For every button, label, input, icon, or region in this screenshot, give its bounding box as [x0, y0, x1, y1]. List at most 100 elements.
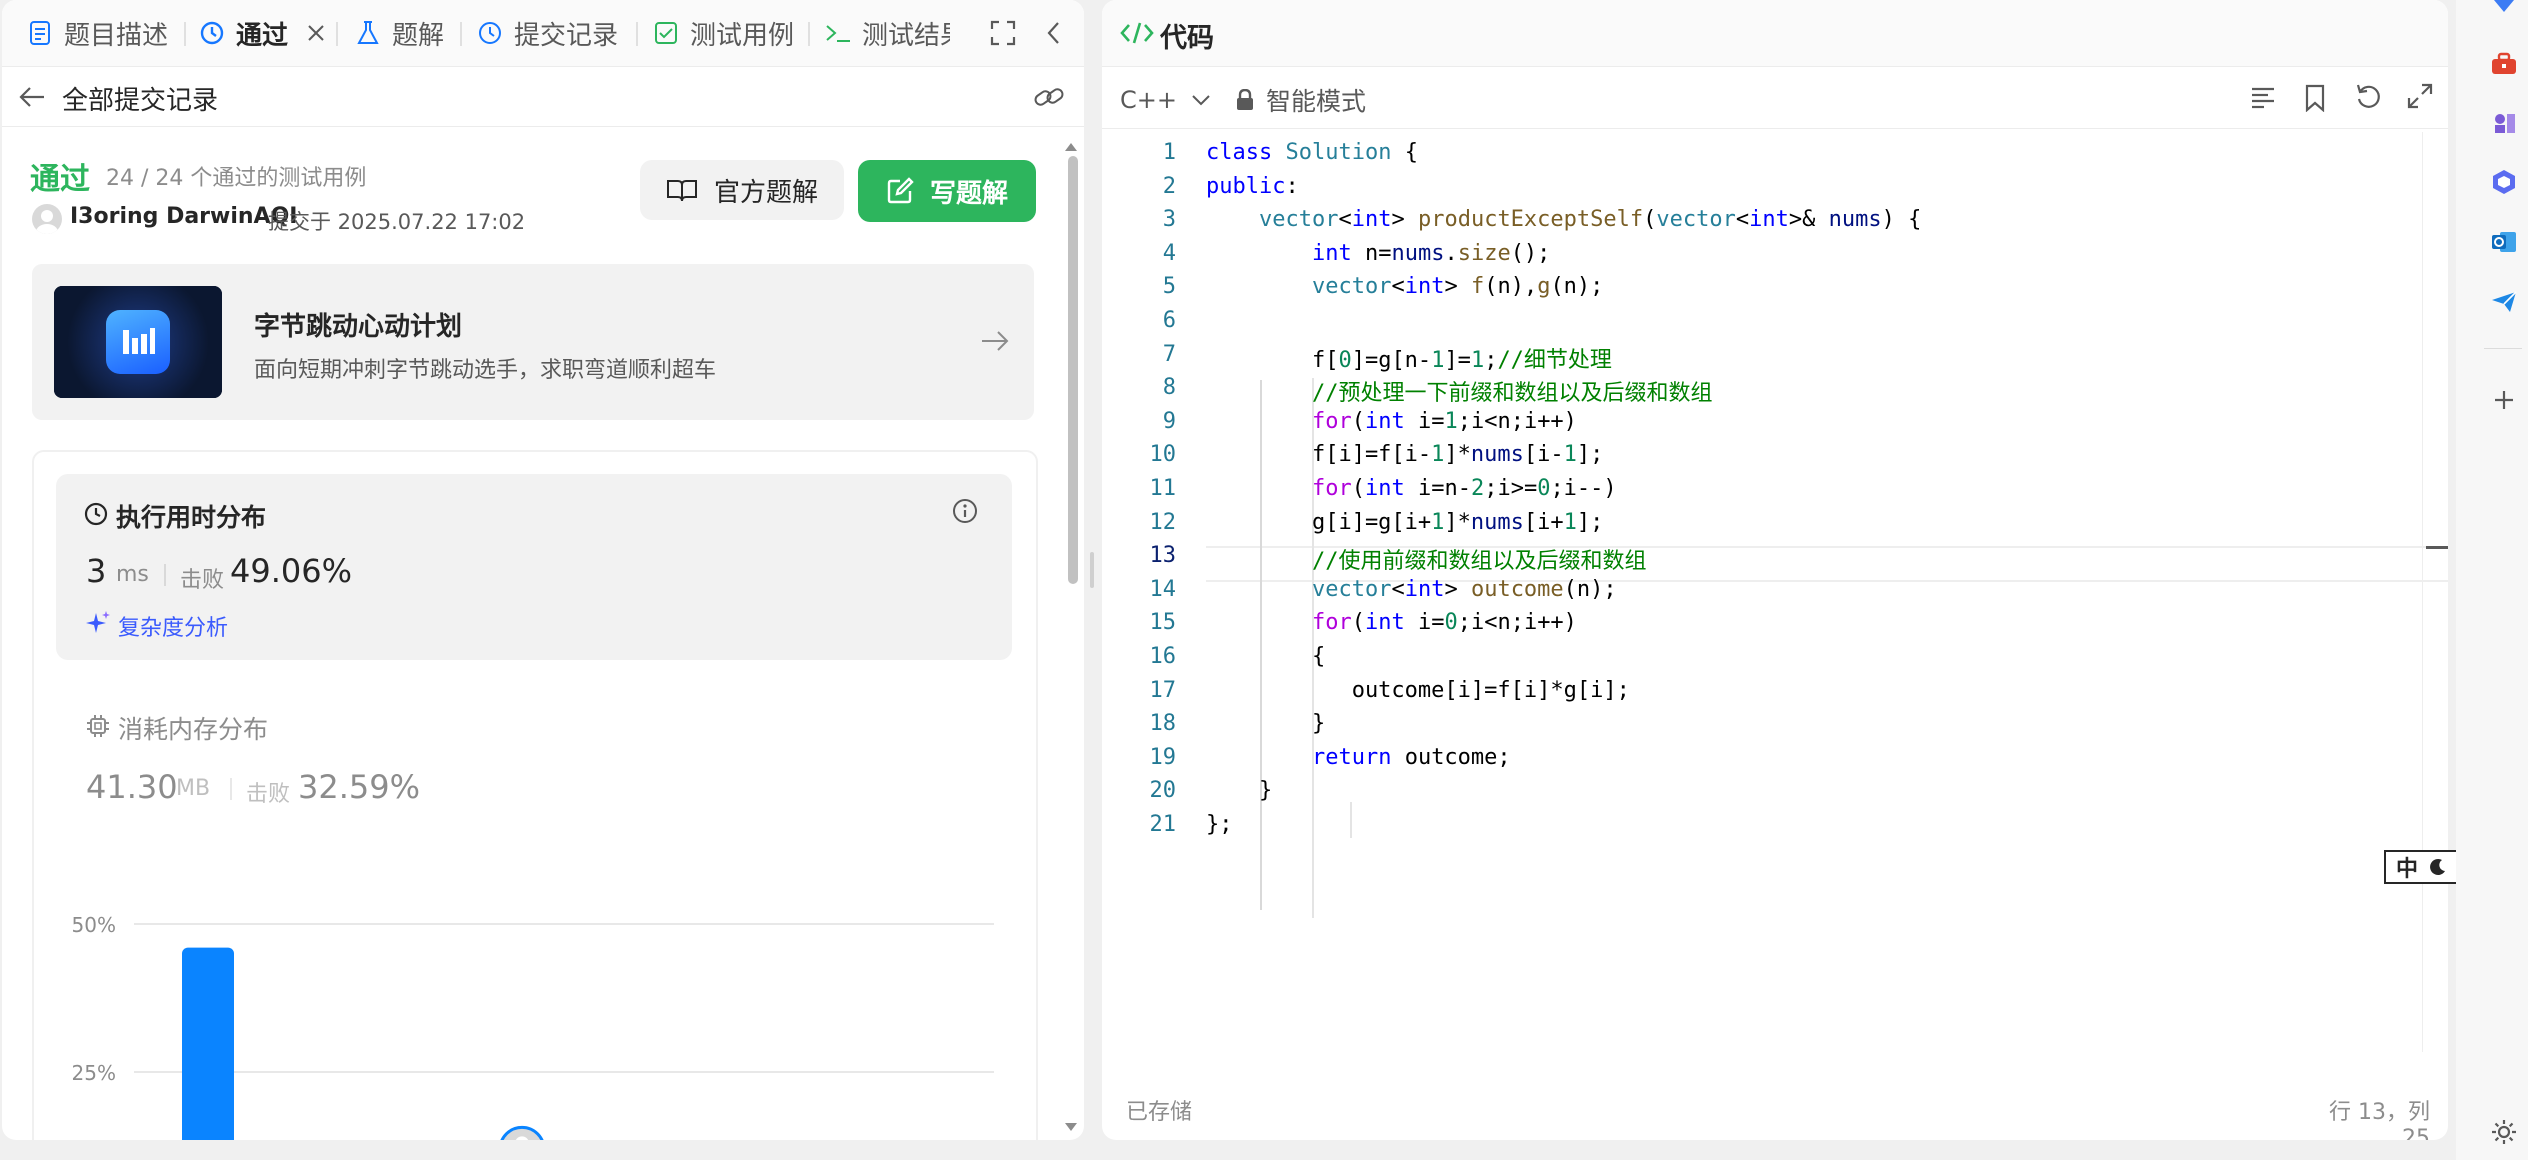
code-line[interactable]: for(int i=1;i<n;i++)	[1206, 409, 1577, 434]
line-number: 7	[1162, 342, 1176, 367]
history-icon	[476, 19, 504, 47]
code-line[interactable]: for(int i=n-2;i>=0;i--)	[1206, 476, 1617, 501]
scrollbar-down-icon[interactable]	[1064, 1118, 1078, 1137]
code-line[interactable]: int n=nums.size();	[1206, 241, 1550, 266]
divider	[230, 778, 232, 800]
code-line[interactable]: g[i]=g[i+1]*nums[i+1];	[1206, 510, 1603, 535]
tab-solutions[interactable]: 题解	[354, 0, 444, 66]
back-arrow-icon[interactable]	[18, 84, 46, 114]
code-line[interactable]: f[0]=g[n-1]=1;//细节处理	[1206, 342, 1612, 374]
line-number: 16	[1149, 644, 1177, 669]
code-area[interactable]: 1 class Solution {2 public: 3 vector<int> p…	[1102, 132, 2448, 1052]
all-submissions-link[interactable]: 全部提交记录	[62, 80, 218, 117]
complexity-analysis-link[interactable]: 复杂度分析	[118, 610, 228, 642]
editor-vertical-ruler	[2422, 132, 2423, 1052]
outlook-icon[interactable]	[2490, 228, 2518, 256]
moon-icon[interactable]	[2428, 857, 2448, 877]
memory-title: 消耗内存分布	[118, 715, 269, 744]
cursor-position: 行 13，列 25	[2329, 1100, 2430, 1140]
link-icon[interactable]	[1032, 82, 1066, 116]
terminal-icon	[824, 19, 852, 47]
ime-mode-label[interactable]: 中	[2396, 851, 2418, 883]
language-select[interactable]: C++	[1120, 80, 1211, 120]
code-line[interactable]: };	[1206, 812, 1233, 837]
tab-testresults[interactable]: 测试结果	[824, 0, 950, 66]
username[interactable]: I3oring DarwinAQI	[70, 204, 297, 229]
code-line[interactable]: for(int i=0;i<n;i++)	[1206, 610, 1577, 635]
line-number: 10	[1149, 442, 1177, 467]
code-line[interactable]: outcome[i]=f[i]*g[i];	[1206, 678, 1630, 703]
promo-title: 字节跳动心动计划	[254, 312, 463, 342]
editor-panel: 代码 C++ 智能模式 1 class Solution {2 public: 3 v…	[1102, 0, 2448, 1140]
bookmark-icon[interactable]	[2304, 84, 2326, 116]
code-line[interactable]: vector<int> f(n),g(n);	[1206, 274, 1603, 299]
write-solution-button[interactable]: 写题解	[858, 160, 1036, 222]
document-icon	[26, 19, 54, 47]
sparkle-icon	[86, 610, 112, 640]
scrollbar-thumb[interactable]	[1068, 156, 1078, 584]
tab-separator	[808, 22, 810, 46]
plus-icon[interactable]	[2490, 386, 2518, 414]
tab-testresults-label: 测试结果	[862, 20, 950, 51]
line-number: 9	[1162, 409, 1176, 434]
chart-bar[interactable]	[182, 947, 234, 1140]
y-tick-label: 25%	[72, 1061, 116, 1085]
code-line[interactable]: {	[1206, 644, 1325, 669]
promo-card[interactable]: 字节跳动心动计划 面向短期冲刺字节跳动选手，求职弯道顺利超车	[32, 264, 1034, 420]
divider	[2, 126, 1084, 127]
code-line[interactable]: //使用前缀和数组以及后缀和数组	[1206, 543, 1647, 575]
send-icon[interactable]	[2490, 288, 2518, 316]
language-value: C++	[1120, 86, 1177, 114]
app-shortcut-icon[interactable]	[2490, 0, 2518, 28]
reset-icon[interactable]	[2354, 82, 2382, 114]
settings-icon[interactable]	[2490, 1118, 2518, 1146]
bytedance-logo-icon	[106, 310, 170, 374]
tab-submissions[interactable]: 提交记录	[476, 0, 618, 66]
copilot-icon[interactable]	[2490, 168, 2518, 196]
line-number: 1	[1162, 140, 1176, 165]
toolbox-icon[interactable]	[2490, 50, 2518, 78]
code-line[interactable]: f[i]=f[i-1]*nums[i-1];	[1206, 442, 1603, 467]
code-line[interactable]: public:	[1206, 174, 1299, 199]
editor-title-bar: 代码	[1102, 0, 2448, 67]
clock-icon	[84, 502, 108, 530]
memory-unit: MB	[176, 776, 211, 801]
code-line[interactable]: return outcome;	[1206, 745, 1511, 770]
code-line[interactable]: vector<int> productExceptSelf(vector<int…	[1206, 207, 1921, 232]
tab-accepted[interactable]: 通过	[198, 0, 326, 66]
tab-separator	[184, 22, 186, 46]
memory-beat-label: 击败	[246, 782, 291, 807]
code-line[interactable]: }	[1206, 778, 1272, 803]
code-line[interactable]: class Solution {	[1206, 140, 1418, 165]
line-number: 21	[1149, 812, 1177, 837]
tab-description[interactable]: 题目描述	[26, 0, 168, 66]
runtime-card[interactable]: 执行用时分布 3 ms 击败 49.06% 复杂度分析	[56, 474, 1012, 660]
scrollbar-up-icon[interactable]	[1064, 138, 1078, 157]
maximize-icon[interactable]	[990, 20, 1016, 50]
tab-submissions-label: 提交记录	[514, 20, 619, 51]
code-line[interactable]: }	[1206, 711, 1325, 736]
info-icon[interactable]	[952, 498, 978, 528]
panel-resize-handle[interactable]	[1090, 552, 1094, 588]
close-icon[interactable]	[306, 23, 326, 43]
smart-mode-toggle[interactable]: 智能模式	[1236, 80, 1366, 120]
official-solution-button[interactable]: 官方题解	[640, 160, 844, 220]
chess-icon[interactable]	[2490, 108, 2518, 136]
memory-value: 41.30	[86, 768, 178, 806]
left-panel: 题目描述 通过 题解 提交记录 测试用例 测试结 全部提交记录 通过 24 / …	[2, 0, 1084, 1140]
smart-mode-label: 智能模式	[1266, 87, 1367, 116]
avatar[interactable]	[32, 204, 62, 234]
code-line[interactable]: //预处理一下前缀和数组以及后缀和数组	[1206, 375, 1713, 407]
tab-testcases[interactable]: 测试用例	[652, 0, 794, 66]
tab-solutions-label: 题解	[392, 20, 445, 51]
format-icon[interactable]	[2250, 84, 2276, 114]
line-number: 14	[1149, 577, 1177, 602]
fullscreen-icon[interactable]	[2406, 82, 2434, 114]
tab-testcases-label: 测试用例	[690, 20, 795, 51]
collapse-left-icon[interactable]	[1046, 20, 1062, 50]
your-submission-marker[interactable]	[500, 1125, 544, 1140]
tab-separator	[460, 22, 462, 46]
official-solution-label: 官方题解	[713, 177, 818, 208]
code-line[interactable]: vector<int> outcome(n);	[1206, 577, 1617, 602]
indent-guide	[1350, 802, 1352, 838]
